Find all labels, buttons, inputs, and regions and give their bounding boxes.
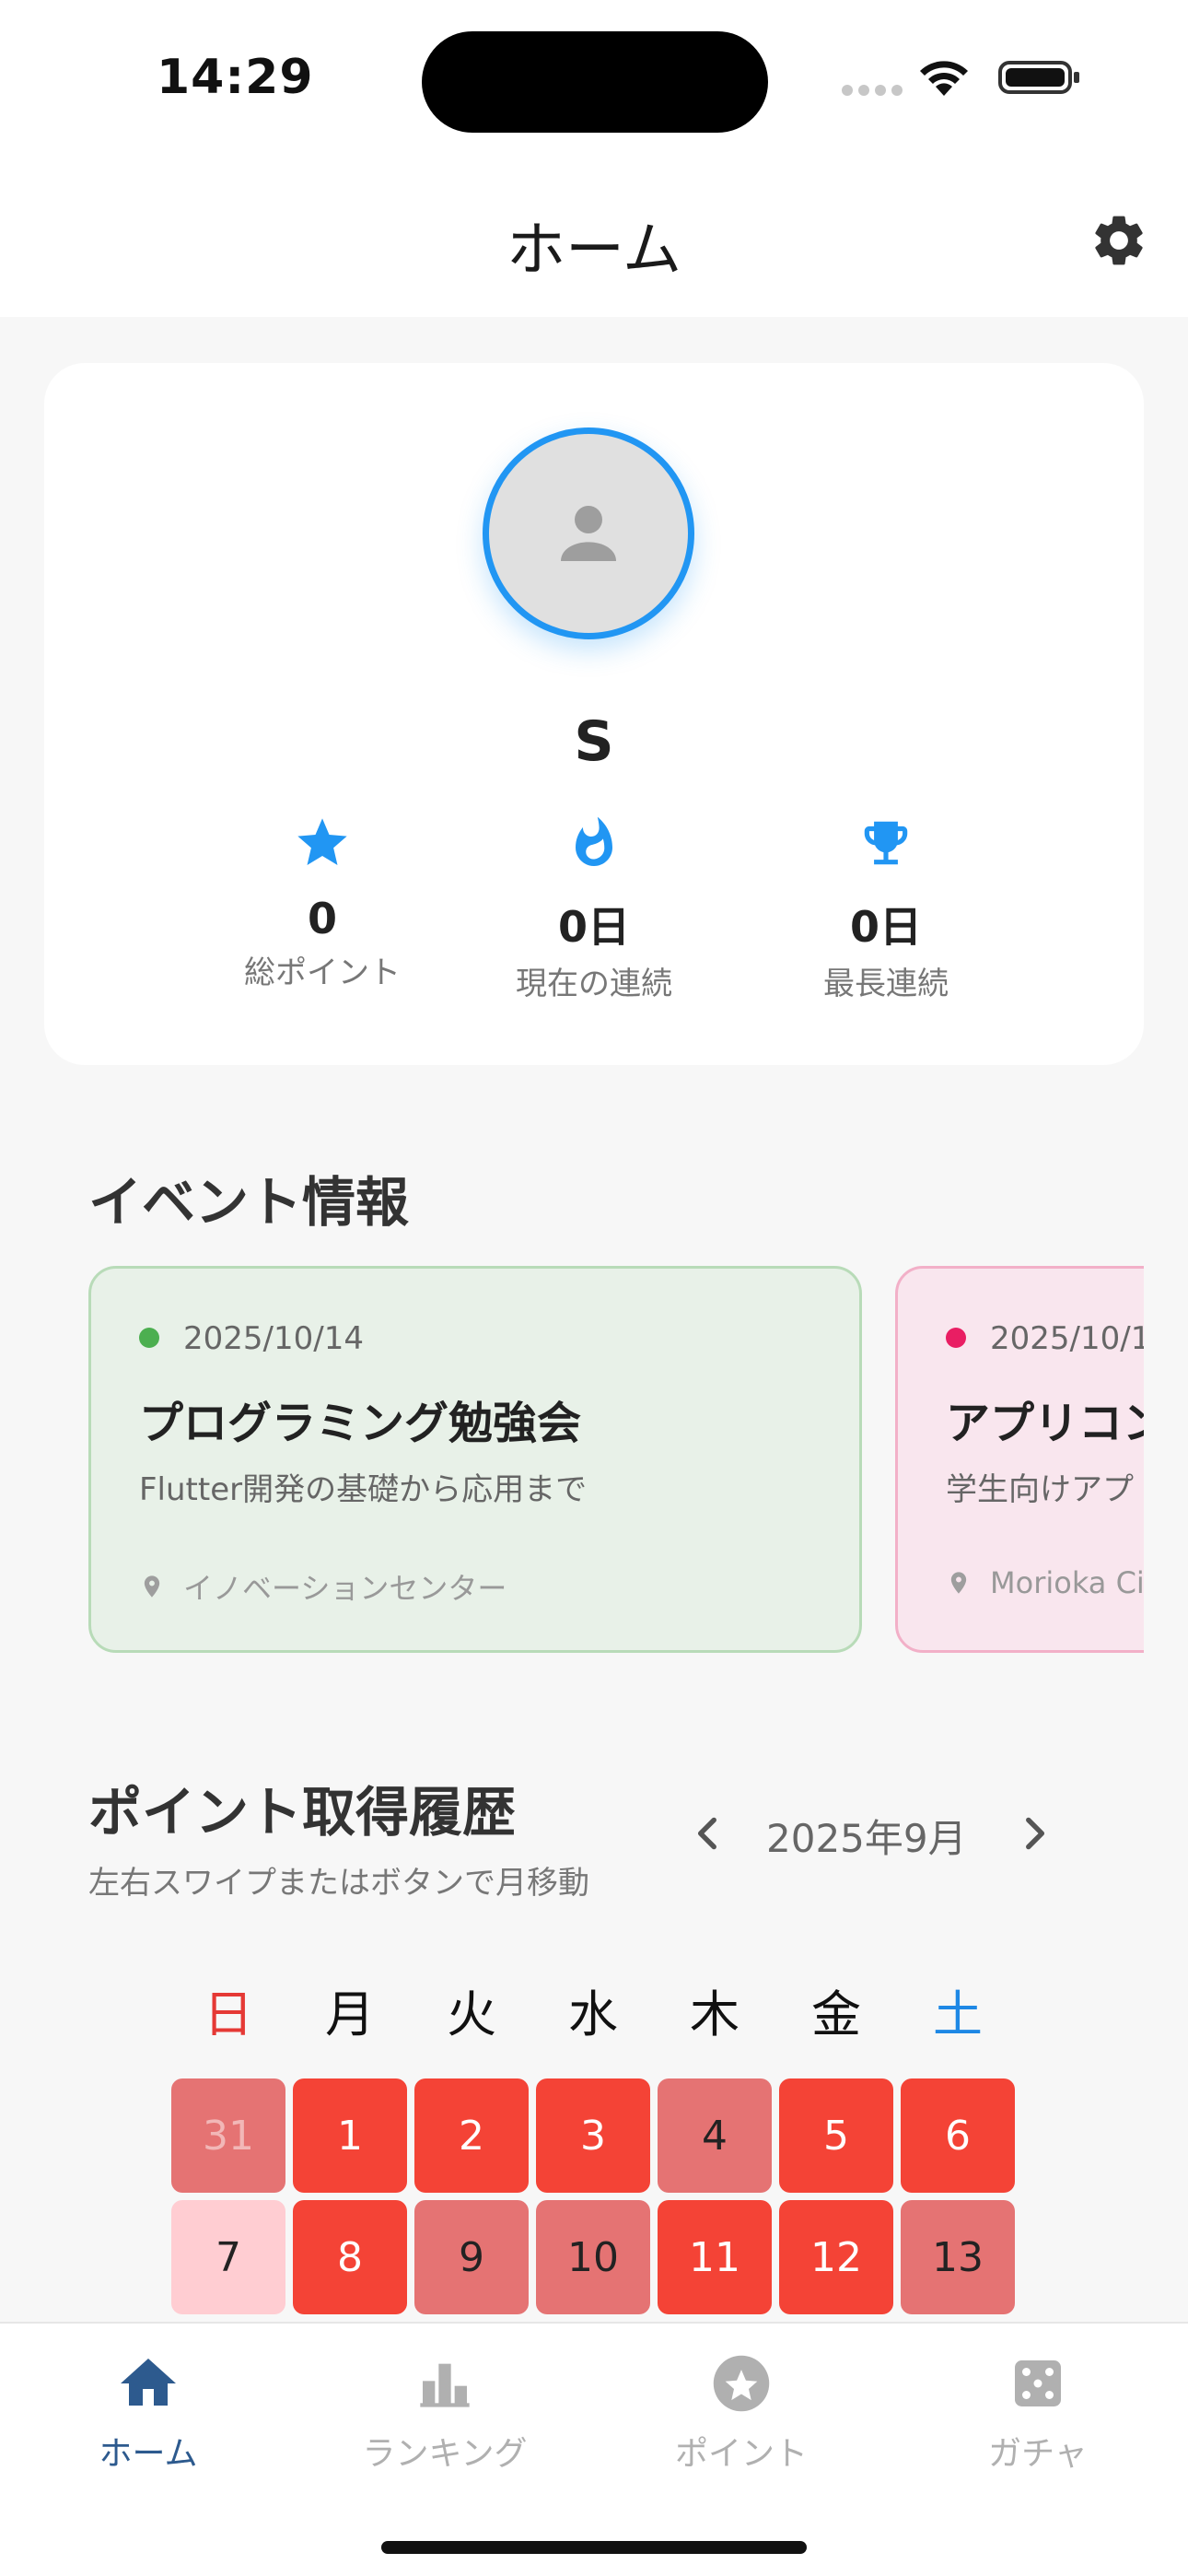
events-title: イベント情報 <box>88 1171 410 1234</box>
nav-label: ホーム <box>99 2435 198 2473</box>
avatar[interactable] <box>483 427 694 639</box>
event-card[interactable]: 2025/10/1 アプリコン 学生向けアプ Morioka Ci <box>895 1266 1144 1653</box>
status-dot <box>946 1327 966 1348</box>
calendar-day[interactable]: 7 <box>171 2200 285 2314</box>
calendar-day[interactable]: 3 <box>536 2078 650 2193</box>
calendar-day[interactable]: 10 <box>536 2200 650 2314</box>
profile-card: S 0 総ポイント 0日 現在の連続 0日 最長連続 <box>44 363 1144 1065</box>
user-name: S <box>574 709 614 774</box>
month-label: 2025年9月 <box>766 1816 967 1861</box>
flame-icon <box>576 816 612 866</box>
nav-item-points[interactable]: ポイント <box>593 2348 890 2475</box>
status-time: 14:29 <box>157 50 314 105</box>
weekday-header: 日 月 火 水 木 金 土 <box>171 1973 1015 2043</box>
event-location: Morioka Ci <box>946 1565 1144 1600</box>
weekday-fri: 金 <box>811 1985 861 2043</box>
trophy-icon <box>864 821 908 865</box>
home-indicator <box>381 2541 807 2554</box>
event-location-text: Morioka Ci <box>990 1565 1144 1600</box>
calendar-day[interactable]: 6 <box>901 2078 1015 2193</box>
chevron-right-icon[interactable] <box>1011 1809 1057 1857</box>
calendar-day[interactable]: 11 <box>658 2200 772 2314</box>
event-carousel[interactable]: 2025/10/14 プログラミング勉強会 Flutter開発の基礎から応用まで… <box>88 1266 1144 1653</box>
calendar-day[interactable]: 9 <box>414 2200 529 2314</box>
event-title: プログラミング勉強会 <box>139 1398 582 1449</box>
event-location-text: イノベーションセンター <box>183 1571 507 1606</box>
weekday-wed: 水 <box>568 1985 618 2043</box>
stat-longest-streak: 0日 最長連続 <box>739 811 1033 1003</box>
calendar-day[interactable]: 13 <box>901 2200 1015 2314</box>
event-location: イノベーションセンター <box>139 1565 507 1608</box>
star-icon <box>297 818 347 865</box>
calendar-day[interactable]: 31 <box>171 2078 285 2193</box>
calendar-day[interactable]: 1 <box>293 2078 407 2193</box>
weekday-tue: 火 <box>447 1985 496 2043</box>
stat-value: 0日 <box>557 902 630 952</box>
calendar-day[interactable]: 4 <box>658 2078 772 2193</box>
star-circle-icon <box>713 2355 770 2412</box>
history-subtitle: 左右スワイプまたはボタンで月移動 <box>88 1865 589 1902</box>
home-icon <box>121 2359 176 2406</box>
stat-label: 現在の連続 <box>516 966 672 1002</box>
stat-label: 最長連続 <box>823 966 949 1002</box>
dynamic-island <box>422 31 768 133</box>
stat-label: 総ポイント <box>244 954 401 991</box>
calendar-day[interactable]: 8 <box>293 2200 407 2314</box>
event-date: 2025/10/1 <box>946 1320 1144 1357</box>
nav-item-gacha[interactable]: ガチャ <box>890 2348 1186 2475</box>
status-dot <box>139 1327 159 1348</box>
nav-label: ランキング <box>362 2435 528 2473</box>
month-navigator: 2025年9月 <box>672 1802 1059 1867</box>
weekday-thu: 木 <box>690 1985 740 2043</box>
dice-icon <box>1015 2360 1061 2406</box>
calendar-day[interactable]: 12 <box>779 2200 893 2314</box>
event-date: 2025/10/14 <box>139 1320 364 1357</box>
stat-value: 0 <box>307 894 337 943</box>
location-pin-icon <box>144 1575 160 1598</box>
weekday-sat: 土 <box>933 1985 983 2043</box>
nav-item-home[interactable]: ホーム <box>0 2348 297 2475</box>
event-date-text: 2025/10/14 <box>183 1320 364 1357</box>
calendar-day[interactable]: 2 <box>414 2078 529 2193</box>
nav-item-ranking[interactable]: ランキング <box>297 2348 593 2475</box>
person-icon <box>561 506 616 561</box>
bottom-nav: ホーム ランキング ポイント ガチャ <box>0 2322 1188 2576</box>
stat-current-streak: 0日 現在の連続 <box>447 811 741 1003</box>
status-icons <box>842 55 1087 101</box>
chevron-left-icon[interactable] <box>685 1809 731 1857</box>
nav-label: ガチャ <box>988 2435 1088 2473</box>
stat-value: 0日 <box>849 902 922 952</box>
history-title: ポイント取得履歴 <box>88 1781 517 1844</box>
event-date-text: 2025/10/1 <box>990 1320 1144 1357</box>
gear-icon[interactable] <box>1089 210 1149 271</box>
event-card[interactable]: 2025/10/14 プログラミング勉強会 Flutter開発の基礎から応用まで… <box>88 1266 862 1653</box>
event-description: 学生向けアプ <box>946 1471 1134 1508</box>
weekday-sun: 日 <box>204 1985 253 2043</box>
calendar-grid: 31 1 2 3 4 5 6 7 8 9 10 11 12 13 <box>0 2073 1188 2322</box>
battery-icon <box>998 61 1079 94</box>
event-title: アプリコン <box>946 1398 1144 1449</box>
stat-total-points: 0 総ポイント <box>175 811 470 992</box>
event-description: Flutter開発の基礎から応用まで <box>139 1471 588 1508</box>
nav-label: ポイント <box>674 2435 808 2473</box>
page-title: ホーム <box>506 217 682 285</box>
location-pin-icon <box>950 1572 967 1594</box>
calendar-day[interactable]: 5 <box>779 2078 893 2193</box>
bar-chart-icon <box>420 2363 470 2407</box>
weekday-mon: 月 <box>325 1985 375 2043</box>
signal-icon <box>842 85 903 96</box>
wifi-icon <box>920 61 968 96</box>
